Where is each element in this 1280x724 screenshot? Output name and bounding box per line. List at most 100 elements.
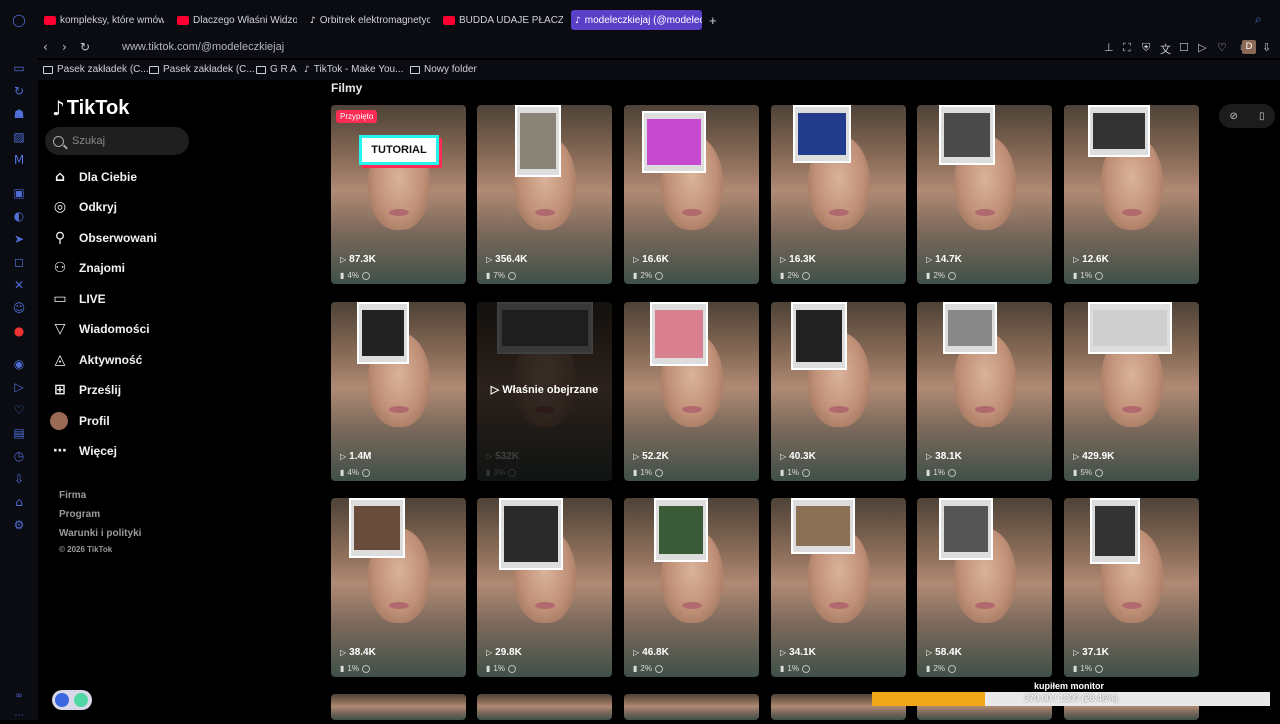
nav-more[interactable]: ⋯ Więcej: [50, 439, 117, 463]
spotify-icon[interactable]: ◉: [11, 356, 27, 372]
new-tab-button[interactable]: +: [705, 10, 719, 30]
footer-terms-link[interactable]: Warunki i polityki: [59, 528, 141, 539]
search-tabs-icon[interactable]: ⌕: [1255, 12, 1262, 27]
messenger-icon[interactable]: ◐: [11, 208, 27, 224]
telegram-icon[interactable]: ➤: [11, 231, 27, 247]
phone-icon[interactable]: ▯: [1259, 111, 1265, 122]
info-icon[interactable]: [507, 468, 516, 477]
app-icon[interactable]: ●: [11, 323, 27, 339]
info-icon[interactable]: [654, 664, 663, 673]
info-icon[interactable]: [947, 271, 956, 280]
video-card[interactable]: ▷ 38.1K ▮ 1%: [917, 302, 1052, 481]
bookmark-item[interactable]: Nowy folder: [410, 64, 477, 75]
robot-icon[interactable]: ☗: [11, 106, 27, 122]
download-icon[interactable]: ⇩: [11, 471, 27, 487]
video-card[interactable]: ▷ 16.6K ▮ 2%: [624, 105, 759, 284]
nav-live[interactable]: ▭ LIVE: [50, 287, 105, 311]
video-card[interactable]: ▷ 429.9K ▮ 5%: [1064, 302, 1199, 481]
video-card[interactable]: [624, 694, 759, 720]
forward-icon[interactable]: ›: [62, 40, 67, 54]
info-icon[interactable]: [507, 271, 516, 280]
mastodon-icon[interactable]: M: [11, 152, 27, 168]
video-card[interactable]: ▷ 34.1K ▮ 1%: [771, 498, 906, 677]
refresh-app-icon[interactable]: ↻: [11, 83, 27, 99]
pin-page-icon[interactable]: ⊥: [1104, 41, 1114, 54]
browser-tab[interactable]: Dlaczego Właśni Widzowie: [173, 10, 297, 30]
wallet-icon[interactable]: ▤: [11, 425, 27, 441]
video-card[interactable]: ▷ 52.2K ▮ 1%: [624, 302, 759, 481]
more-rail-icon[interactable]: ⋯: [11, 708, 27, 724]
bookmark-item[interactable]: G R A: [256, 64, 297, 75]
video-card[interactable]: Przypięto TUTORIAL ▷ 87.3K ▮ 4%: [331, 105, 466, 284]
video-card[interactable]: ▷ 58.4K ▮ 2%: [917, 498, 1052, 677]
bookmark-icon[interactable]: ☐: [1179, 41, 1189, 54]
heart-icon[interactable]: ♡: [1217, 41, 1227, 54]
twitch-icon[interactable]: ▣: [11, 185, 27, 201]
info-icon[interactable]: [654, 468, 663, 477]
info-icon[interactable]: [801, 468, 810, 477]
history-icon[interactable]: ◷: [11, 448, 27, 464]
search-box[interactable]: [45, 127, 189, 155]
info-icon[interactable]: [361, 468, 370, 477]
info-icon[interactable]: [1094, 271, 1103, 280]
screenshot-icon[interactable]: ⛶: [1123, 41, 1131, 55]
nav-following[interactable]: ⚲ Obserwowani: [50, 226, 157, 250]
video-card[interactable]: ▷ 12.6K ▮ 1%: [1064, 105, 1199, 284]
video-card[interactable]: ▷ 14.7K ▮ 2%: [917, 105, 1052, 284]
url-field[interactable]: www.tiktok.com/@modeleczkiejaj: [122, 41, 284, 53]
search-input[interactable]: [72, 135, 172, 147]
nav-messages[interactable]: ▽ Wiadomości: [50, 317, 150, 341]
extensions-icon[interactable]: ∞: [11, 688, 27, 704]
discord-icon[interactable]: ☺: [11, 300, 27, 316]
video-card[interactable]: [331, 694, 466, 720]
back-icon[interactable]: ‹: [43, 40, 48, 54]
browser-tab[interactable]: BUDDA UDAJE PŁACZ I W: [439, 10, 563, 30]
nav-for-you[interactable]: ⌂ Dla Ciebie: [50, 165, 137, 189]
settings-icon[interactable]: ⚙: [11, 517, 27, 533]
instagram-icon[interactable]: ◻: [11, 254, 27, 270]
nav-profile[interactable]: Profil: [50, 409, 110, 433]
video-card[interactable]: ▷ 356.4K ▮ 7%: [477, 105, 612, 284]
info-icon[interactable]: [654, 271, 663, 280]
bookmark-item[interactable]: Pasek zakładek (C...: [149, 64, 255, 75]
download-icon[interactable]: ⇩: [1262, 41, 1271, 54]
heart-icon[interactable]: ♡: [11, 402, 27, 418]
video-card[interactable]: ▷ 46.8K ▮ 2%: [624, 498, 759, 677]
play-icon[interactable]: ▷: [11, 379, 27, 395]
x-icon[interactable]: ✕: [11, 277, 27, 293]
shield-icon[interactable]: ⛨: [1142, 41, 1150, 55]
browser-tab[interactable]: ♪ Orbitrek elektromagnetyczny: [306, 10, 430, 30]
browser-tab-active[interactable]: ♪ modeleczkiejaj (@modelec: [571, 10, 702, 30]
pin-icon[interactable]: ⌂: [11, 494, 27, 510]
nav-friends[interactable]: ⚇ Znajomi: [50, 256, 125, 280]
info-icon[interactable]: [947, 664, 956, 673]
video-card[interactable]: [477, 694, 612, 720]
play-icon[interactable]: ▷: [1198, 41, 1206, 54]
video-card[interactable]: ▷ 40.3K ▮ 1%: [771, 302, 906, 481]
info-icon[interactable]: [947, 468, 956, 477]
info-icon[interactable]: [361, 271, 370, 280]
profile-avatar[interactable]: D: [1242, 40, 1256, 54]
video-card[interactable]: ▷ 16.3K ▮ 2%: [771, 105, 906, 284]
translate-icon[interactable]: 文: [1160, 41, 1171, 57]
info-icon[interactable]: [1094, 468, 1103, 477]
browser-logo-icon[interactable]: ◯: [11, 12, 27, 28]
nav-explore[interactable]: ◎ Odkryj: [50, 195, 117, 219]
mail-icon[interactable]: ▭: [11, 60, 27, 76]
video-card[interactable]: ▷ 29.8K ▮ 1%: [477, 498, 612, 677]
footer-company-link[interactable]: Firma: [59, 490, 86, 501]
bookmark-item[interactable]: Pasek zakładek (C...: [43, 64, 149, 75]
info-icon[interactable]: [801, 664, 810, 673]
info-icon[interactable]: [507, 664, 516, 673]
footer-program-link[interactable]: Program: [59, 509, 100, 520]
browser-tab[interactable]: kompleksy, które wmówiły: [40, 10, 164, 30]
image-icon[interactable]: ▨: [11, 129, 27, 145]
tiktok-logo[interactable]: ♪ TikTok: [52, 96, 129, 120]
info-icon[interactable]: [801, 271, 810, 280]
info-icon[interactable]: [1094, 664, 1103, 673]
nav-upload[interactable]: ⊞ Prześlij: [50, 378, 121, 402]
video-card[interactable]: ▷ 1.4M ▮ 4%: [331, 302, 466, 481]
compass-icon[interactable]: ⊘: [1230, 111, 1238, 122]
nav-activity[interactable]: ◬ Aktywność: [50, 348, 143, 372]
video-card[interactable]: ▷ 37.1K ▮ 1%: [1064, 498, 1199, 677]
